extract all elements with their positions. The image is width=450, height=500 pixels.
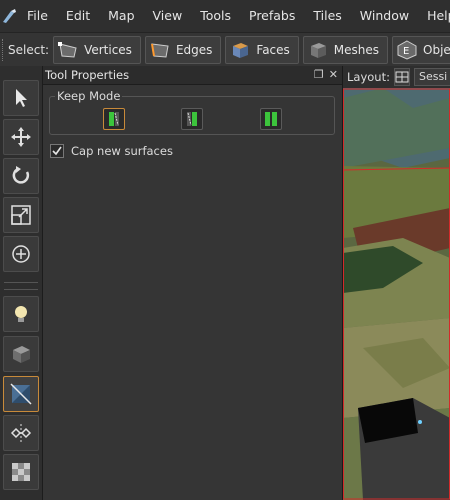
select-edges-label: Edges (175, 43, 213, 57)
scene-image (343, 88, 450, 500)
menu-tiles[interactable]: Tiles (304, 0, 350, 32)
menu-prefabs[interactable]: Prefabs (240, 0, 304, 32)
keep-back-button[interactable] (181, 108, 203, 130)
select-edges-button[interactable]: Edges (144, 36, 222, 64)
pivot-icon (12, 245, 30, 263)
rotate-icon (12, 166, 30, 184)
menu-edit[interactable]: Edit (57, 0, 99, 32)
keep-both-icon (265, 112, 277, 126)
menu-tools[interactable]: Tools (191, 0, 240, 32)
move-icon (11, 127, 31, 147)
keep-front-icon (109, 112, 119, 126)
texture-tool[interactable] (3, 454, 39, 490)
cap-surfaces-checkbox[interactable] (50, 144, 64, 158)
edges-icon (150, 43, 169, 58)
app-logo-icon (0, 0, 18, 32)
vertex-edit-icon (10, 424, 32, 442)
tool-properties-panel: Tool Properties ❐ ✕ Keep Mode Cap new su… (43, 66, 343, 500)
menu-bar: File Edit Map View Tools Prefabs Tiles W… (0, 0, 450, 32)
keep-front-button[interactable] (103, 108, 125, 130)
layout-label: Layout: (347, 70, 390, 84)
select-meshes-button[interactable]: Meshes (302, 36, 389, 64)
select-meshes-label: Meshes (333, 43, 380, 57)
checkmark-icon (52, 146, 62, 156)
select-vertices-label: Vertices (84, 43, 132, 57)
panel-title-bar: Tool Properties ❐ ✕ (43, 66, 342, 85)
clip-icon (10, 383, 32, 405)
vertex-edit-tool[interactable] (3, 415, 39, 451)
light-icon (15, 306, 27, 322)
menu-file[interactable]: File (18, 0, 57, 32)
objects-icon: E (397, 40, 417, 60)
scene-viewport[interactable] (343, 88, 450, 500)
layout-button[interactable] (393, 68, 410, 86)
keep-both-button[interactable] (260, 108, 282, 130)
cap-surfaces-label: Cap new surfaces (71, 144, 173, 158)
pivot-tool[interactable] (3, 236, 39, 272)
select-tool[interactable] (3, 80, 39, 116)
scale-icon (11, 205, 31, 225)
vertices-icon (58, 42, 77, 58)
keep-mode-label: Keep Mode (55, 89, 123, 103)
panel-title: Tool Properties (45, 68, 130, 82)
svg-text:E: E (403, 46, 409, 57)
select-objects-button[interactable]: E Objects (392, 36, 450, 64)
toolbar-grip[interactable] (2, 39, 3, 61)
rotate-tool[interactable] (3, 158, 39, 194)
clip-tool[interactable] (3, 376, 39, 412)
tool-separator (4, 282, 38, 290)
menu-view[interactable]: View (144, 0, 192, 32)
session-button[interactable]: Sessi (413, 68, 450, 86)
scale-tool[interactable] (3, 197, 39, 233)
cap-surfaces-row[interactable]: Cap new surfaces (50, 144, 173, 158)
pointer-icon (16, 89, 27, 107)
layout-grid-icon (395, 71, 409, 83)
select-label: Select: (8, 43, 50, 57)
menu-map[interactable]: Map (99, 0, 143, 32)
faces-icon (233, 43, 249, 58)
menu-window[interactable]: Window (351, 0, 418, 32)
select-toolbar: Select: Vertices Edges Faces Meshes E Ob… (0, 32, 450, 68)
light-tool[interactable] (3, 296, 39, 332)
select-faces-label: Faces (256, 43, 290, 57)
meshes-icon (310, 43, 326, 58)
close-icon[interactable]: ✕ (329, 66, 338, 84)
tool-column (0, 66, 43, 500)
block-tool[interactable] (3, 336, 39, 372)
menu-help[interactable]: Help (418, 0, 450, 32)
move-tool[interactable] (3, 119, 39, 155)
keep-back-icon (187, 112, 197, 126)
texture-icon (12, 463, 30, 481)
select-faces-button[interactable]: Faces (225, 36, 299, 64)
select-vertices-button[interactable]: Vertices (53, 36, 141, 64)
viewport-header: Layout: Sessi (343, 66, 450, 88)
select-objects-label: Objects (423, 43, 450, 57)
undock-icon[interactable]: ❐ (314, 66, 324, 84)
block-icon (13, 346, 30, 363)
